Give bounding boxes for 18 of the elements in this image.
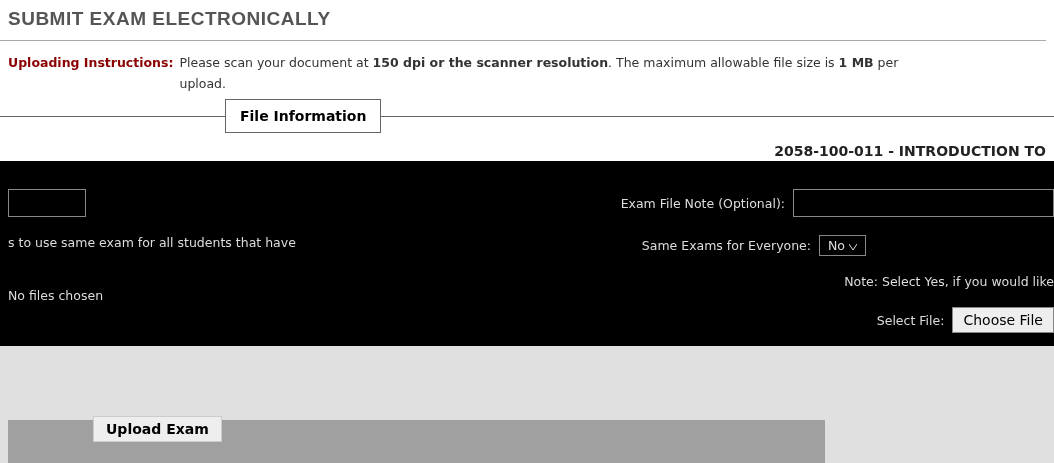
choose-file-button[interactable]: Choose File xyxy=(952,307,1054,333)
instructions-text: Please scan your document at 150 dpi or the scanner resolution. The maximum allowable file size is 1 MB per xyxy=(179,55,899,70)
course-title: 2058-100-011 - INTRODUCTION TO xyxy=(773,142,1047,161)
text-field[interactable] xyxy=(8,189,86,217)
instructions-text: upload. xyxy=(179,76,227,91)
field-label: Exam File Note (Optional): xyxy=(620,195,785,211)
page-title: SUBMIT EXAM ELECTRONICALLY xyxy=(0,0,1046,41)
caret-icon xyxy=(849,244,857,250)
field-label: Select File: xyxy=(876,312,945,328)
exam-note-field[interactable] xyxy=(793,189,1054,217)
upload-exam-button[interactable]: Upload Exam xyxy=(93,416,222,442)
file-status: No files chosen xyxy=(8,288,105,303)
instructions-label: Uploading Instructions: xyxy=(8,55,174,72)
same-exam-select[interactable]: No xyxy=(819,235,866,256)
fieldset-legend: File Information xyxy=(225,99,382,133)
note-text: Note: Select Yes, if you would like xyxy=(844,274,1054,289)
field-label: Same Exams for Everyone: xyxy=(641,238,811,253)
note-text: s to use same exam for all students that have xyxy=(8,235,297,250)
